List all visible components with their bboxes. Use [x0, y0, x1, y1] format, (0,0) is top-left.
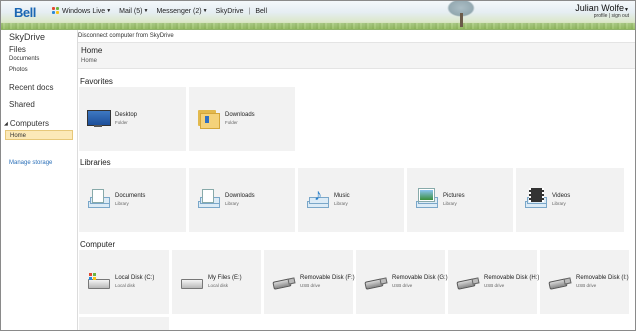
manage-storage-link[interactable]: Manage storage — [9, 160, 52, 166]
grass-decoration — [1, 23, 635, 29]
tile-subtitle: USB drive — [392, 283, 413, 288]
tile-music-library[interactable]: ♪ Music Library — [298, 168, 404, 232]
main-content: Disconnect computer from SkyDrive Home H… — [78, 30, 635, 330]
section-libraries-label: Libraries — [80, 158, 111, 167]
usb-drive-icon — [456, 270, 480, 292]
tile-title: My Files (E:) — [208, 275, 242, 281]
tile-my-files-e[interactable]: My Files (E:) Local disk — [172, 250, 261, 314]
tile-partial-next-row[interactable] — [79, 317, 169, 330]
tile-desktop[interactable]: Desktop Folder — [79, 87, 186, 151]
tile-downloads-library[interactable]: Downloads Library — [189, 168, 295, 232]
tile-subtitle: Folder — [115, 120, 128, 125]
tile-subtitle: Local disk — [115, 283, 136, 288]
tile-title: Removable Disk (H:) — [484, 275, 540, 281]
pictures-library-icon — [415, 188, 438, 210]
tile-title: Removable Disk (F:) — [300, 275, 355, 281]
tile-pictures-library[interactable]: Pictures Library — [407, 168, 513, 232]
tile-removable-disk-i[interactable]: Removable Disk (I:) USB drive — [540, 250, 629, 314]
page-title: Home — [81, 46, 103, 55]
sidebar: SkyDrive Files Documents Photos Recent d… — [1, 30, 78, 330]
sidebar-item-home[interactable]: Home — [5, 130, 73, 140]
videos-library-icon — [524, 188, 547, 210]
sidebar-item-computers[interactable]: ◢ Computers — [4, 119, 49, 128]
hard-disk-icon — [180, 270, 203, 292]
tile-subtitle: USB drive — [484, 283, 505, 288]
tile-subtitle: Library — [443, 201, 457, 206]
tile-downloads-folder[interactable]: Downloads Folder — [189, 87, 295, 151]
page-frame: Bell Windows Live ▼ Mail (5) ▼ Messenger (… — [0, 0, 636, 331]
usb-drive-icon — [548, 270, 572, 292]
downloads-folder-icon — [197, 107, 220, 129]
windows-live-icon — [52, 7, 60, 15]
tile-subtitle: Library — [334, 201, 348, 206]
tile-title: Documents — [115, 193, 146, 199]
nav-skydrive[interactable]: SkyDrive — [212, 8, 248, 15]
tile-subtitle: Folder — [225, 120, 238, 125]
sidebar-item-shared[interactable]: Shared — [9, 100, 35, 109]
expand-triangle-icon[interactable]: ◢ — [4, 121, 8, 127]
sidebar-item-files[interactable]: Files — [9, 45, 26, 54]
tile-subtitle: Local disk — [208, 283, 229, 288]
windows-drive-icon — [87, 270, 110, 292]
tree-decoration — [441, 1, 481, 29]
user-menu: Julian Wolfe▼ profile | sign out — [575, 3, 629, 19]
sidebar-item-documents[interactable]: Documents — [9, 56, 39, 62]
chevron-down-icon: ▼ — [106, 8, 112, 14]
tile-documents-library[interactable]: Documents Library — [79, 168, 186, 232]
chevron-down-icon: ▼ — [143, 8, 149, 14]
tile-title: Music — [334, 193, 350, 199]
nav-bell[interactable]: Bell — [251, 8, 271, 15]
tile-title: Removable Disk (G:) — [392, 275, 448, 281]
usb-drive-icon — [272, 270, 296, 292]
user-name[interactable]: Julian Wolfe▼ — [575, 3, 629, 13]
tile-title: Videos — [552, 193, 571, 199]
top-nav: Windows Live ▼ Mail (5) ▼ Messenger (2) ▼ S… — [48, 4, 271, 18]
section-computer-label: Computer — [80, 240, 116, 249]
tile-removable-disk-g[interactable]: Removable Disk (G:) USB drive — [356, 250, 448, 314]
tile-removable-disk-h[interactable]: Removable Disk (H:) USB drive — [448, 250, 540, 314]
sidebar-item-photos[interactable]: Photos — [9, 67, 28, 73]
user-links[interactable]: profile | sign out — [575, 13, 629, 19]
tile-subtitle: Library — [552, 201, 566, 206]
tile-subtitle: USB drive — [576, 283, 597, 288]
tile-title: Desktop — [115, 112, 138, 118]
documents-library-icon — [87, 188, 110, 210]
tile-title: Pictures — [443, 193, 465, 199]
page-header: Home Home — [78, 42, 635, 69]
tile-title: Downloads — [225, 112, 255, 118]
music-library-icon: ♪ — [306, 188, 329, 210]
tile-title: Local Disk (C:) — [115, 275, 155, 281]
nav-mail[interactable]: Mail (5) ▼ — [115, 8, 152, 15]
tile-subtitle: Library — [225, 201, 239, 206]
top-bar: Bell Windows Live ▼ Mail (5) ▼ Messenger (… — [1, 1, 635, 30]
disconnect-computer-link[interactable]: Disconnect computer from SkyDrive — [78, 33, 174, 39]
tile-title: Downloads — [225, 193, 255, 199]
sidebar-item-recent-docs[interactable]: Recent docs — [9, 83, 53, 92]
section-favorites-label: Favorites — [80, 77, 113, 86]
nav-windows-live[interactable]: Windows Live ▼ — [48, 7, 115, 15]
sidebar-title[interactable]: SkyDrive — [9, 32, 45, 42]
desktop-icon — [87, 107, 111, 129]
tile-subtitle: USB drive — [300, 283, 321, 288]
bell-logo[interactable]: Bell — [14, 5, 36, 20]
downloads-library-icon — [197, 188, 220, 210]
tile-title: Removable Disk (I:) — [576, 275, 629, 281]
tile-local-disk-c[interactable]: Local Disk (C:) Local disk — [79, 250, 169, 314]
chevron-down-icon: ▼ — [202, 8, 208, 14]
nav-messenger[interactable]: Messenger (2) ▼ — [152, 8, 211, 15]
tile-subtitle: Library — [115, 201, 129, 206]
usb-drive-icon — [364, 270, 388, 292]
tile-removable-disk-f[interactable]: Removable Disk (F:) USB drive — [264, 250, 355, 314]
breadcrumb[interactable]: Home — [81, 58, 97, 64]
tile-videos-library[interactable]: Videos Library — [516, 168, 624, 232]
